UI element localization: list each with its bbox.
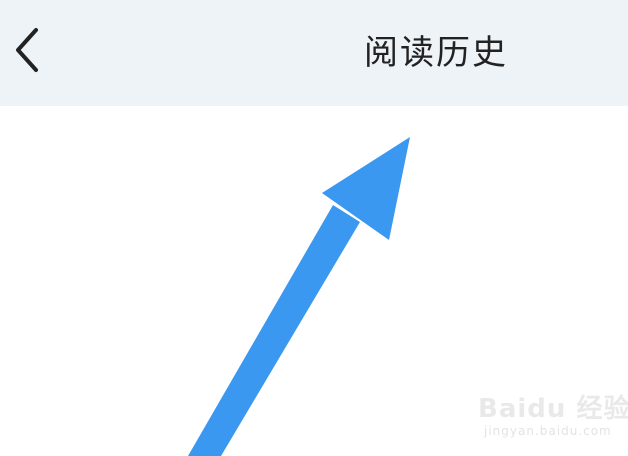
watermark-url: jingyan.baidu.com bbox=[484, 424, 612, 438]
page-title: 阅读历史 bbox=[364, 33, 508, 73]
chevron-left-icon bbox=[16, 28, 38, 72]
watermark: Baidu 经验 jingyan.baidu.com bbox=[478, 388, 628, 448]
navigation-bar: 阅读历史 bbox=[0, 0, 628, 106]
watermark-brand: Baidu 经验 bbox=[478, 394, 628, 424]
back-button[interactable] bbox=[0, 18, 56, 82]
screen: 阅读历史 Baidu 经验 jingyan.baidu.com bbox=[0, 0, 628, 456]
